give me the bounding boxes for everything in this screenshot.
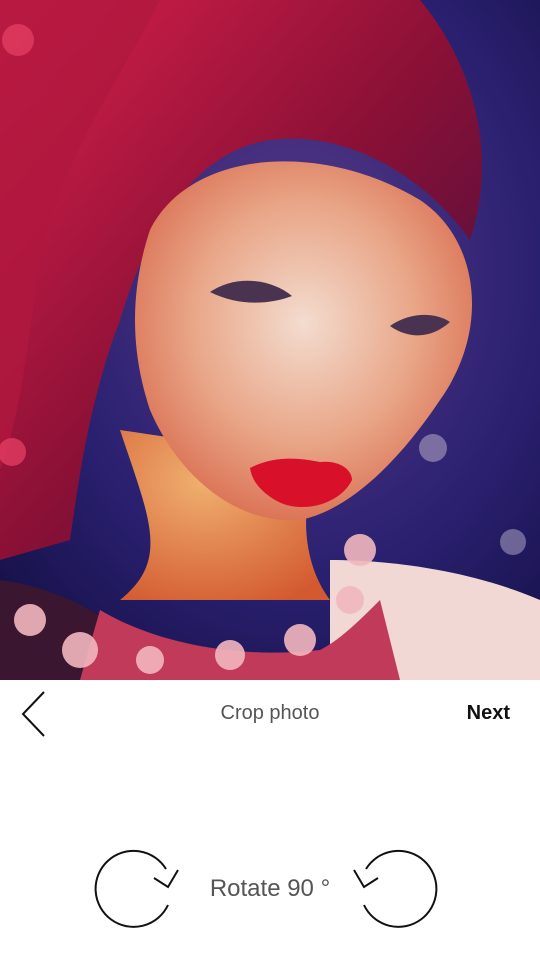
- rotate-counterclockwise-icon: [353, 849, 438, 928]
- next-button[interactable]: Next: [467, 702, 510, 725]
- page-title: Crop photo: [220, 702, 320, 724]
- rotate-controls: Rotate 90 °: [0, 840, 540, 940]
- crop-photo-screen: Crop photo Next Rotate 90 °: [0, 0, 540, 960]
- photo-preview[interactable]: [0, 0, 540, 680]
- rotate-counterclockwise-button[interactable]: [348, 848, 440, 932]
- rotate-label: Rotate 90 °: [209, 875, 331, 902]
- crop-toolbar: Crop photo Next: [0, 680, 540, 748]
- portrait-photo-image: [0, 0, 540, 680]
